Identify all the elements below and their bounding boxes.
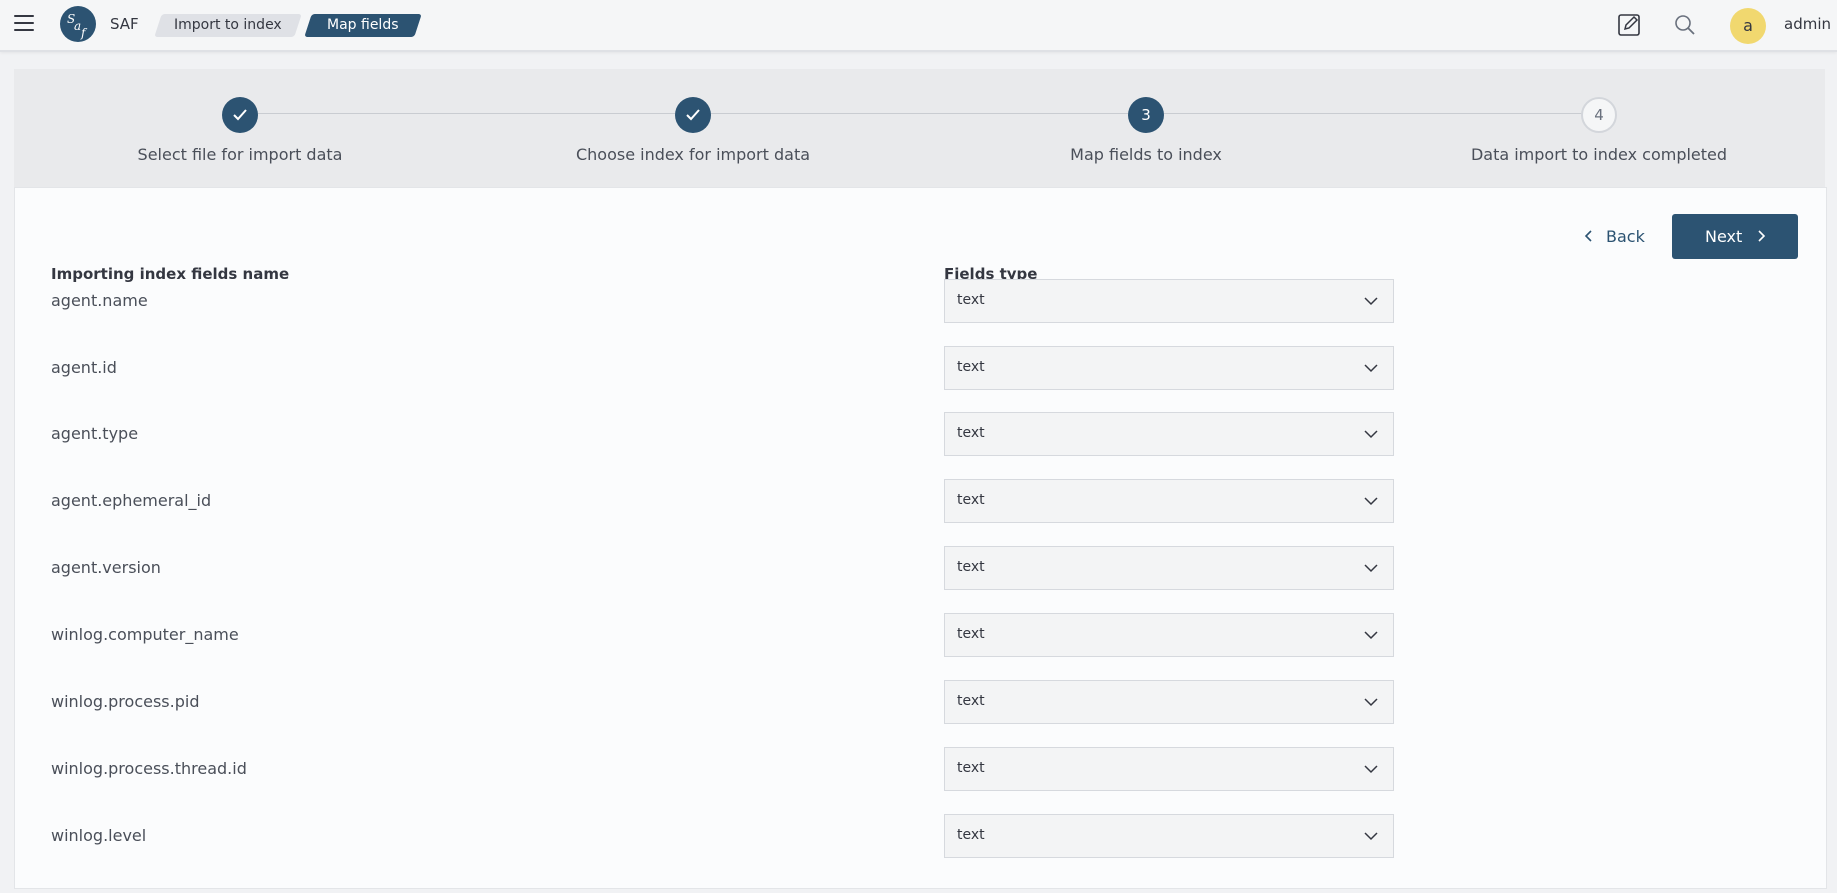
search-icon[interactable] xyxy=(1672,12,1698,38)
chevron-down-icon xyxy=(1364,698,1378,707)
field-type-select[interactable]: text xyxy=(944,346,1394,390)
field-type-value: text xyxy=(957,359,985,375)
top-header: S a f SAF Import to index Map fields a a… xyxy=(0,0,1837,52)
field-name: winlog.process.pid xyxy=(51,692,200,711)
field-type-value: text xyxy=(957,492,985,508)
field-type-select[interactable]: text xyxy=(944,412,1394,456)
chevron-down-icon xyxy=(1364,297,1378,306)
field-name: agent.version xyxy=(51,558,161,577)
field-name: winlog.computer_name xyxy=(51,625,239,644)
field-type-select[interactable]: text xyxy=(944,680,1394,724)
chevron-left-icon xyxy=(1584,230,1592,242)
chevron-down-icon xyxy=(1364,631,1378,640)
menu-icon[interactable] xyxy=(14,15,34,33)
field-type-value: text xyxy=(957,760,985,776)
saf-logo[interactable]: S a f xyxy=(60,6,96,42)
chevron-down-icon xyxy=(1364,364,1378,373)
field-type-value: text xyxy=(957,425,985,441)
field-type-value: text xyxy=(957,292,985,308)
step-3-label: Map fields to index xyxy=(1070,145,1222,164)
next-label: Next xyxy=(1705,227,1743,246)
field-row: winlog.process.thread.id text xyxy=(15,747,1826,826)
chevron-down-icon xyxy=(1364,564,1378,573)
breadcrumb-import-to-index[interactable]: Import to index xyxy=(154,14,302,37)
field-row: agent.name text xyxy=(15,279,1826,358)
app-name: SAF xyxy=(110,15,139,33)
field-row: agent.ephemeral_id text xyxy=(15,479,1826,558)
breadcrumb-label: Map fields xyxy=(327,17,399,33)
svg-text:f: f xyxy=(80,26,88,40)
step-4-number: 4 xyxy=(1581,97,1617,133)
step-4-label: Data import to index completed xyxy=(1470,145,1728,164)
field-name: winlog.level xyxy=(51,826,147,845)
field-type-select[interactable]: text xyxy=(944,814,1394,858)
back-label: Back xyxy=(1606,227,1645,246)
stepper-line xyxy=(242,113,1612,114)
field-row: agent.version text xyxy=(15,546,1826,625)
field-type-value: text xyxy=(957,626,985,642)
fields-name-header: Importing index fields name xyxy=(51,265,290,283)
field-type-value: text xyxy=(957,693,985,709)
chevron-down-icon xyxy=(1364,430,1378,439)
field-name: agent.ephemeral_id xyxy=(51,491,212,510)
edit-icon[interactable] xyxy=(1617,12,1643,38)
step-2-check-icon xyxy=(675,97,711,133)
field-type-select[interactable]: text xyxy=(944,479,1394,523)
field-name: agent.type xyxy=(51,424,139,443)
field-type-select[interactable]: text xyxy=(944,279,1394,323)
field-type-value: text xyxy=(957,559,985,575)
back-button[interactable]: Back xyxy=(1572,215,1655,259)
import-stepper: Select file for import data Choose index… xyxy=(14,69,1825,187)
breadcrumb-map-fields[interactable]: Map fields xyxy=(304,14,422,37)
field-row: winlog.process.pid text xyxy=(15,680,1826,759)
field-type-select[interactable]: text xyxy=(944,546,1394,590)
chevron-down-icon xyxy=(1364,765,1378,774)
chevron-down-icon xyxy=(1364,832,1378,841)
avatar[interactable]: a xyxy=(1730,8,1766,44)
field-name: agent.name xyxy=(51,291,148,310)
field-row: agent.id text xyxy=(15,346,1826,425)
field-row: agent.type text xyxy=(15,412,1826,491)
field-type-select[interactable]: text xyxy=(944,747,1394,791)
field-name: winlog.process.thread.id xyxy=(51,759,247,778)
chevron-right-icon xyxy=(1758,230,1766,242)
user-name[interactable]: admin xyxy=(1784,15,1831,33)
step-2-label: Choose index for import data xyxy=(575,145,811,164)
field-type-select[interactable]: text xyxy=(944,613,1394,657)
step-1-label: Select file for import data xyxy=(137,145,343,164)
chevron-down-icon xyxy=(1364,497,1378,506)
breadcrumb-label: Import to index xyxy=(174,17,282,33)
field-type-value: text xyxy=(957,827,985,843)
map-fields-panel: Back Next Importing index fields name Fi… xyxy=(14,187,1827,889)
next-button[interactable]: Next xyxy=(1672,214,1798,259)
field-name: agent.id xyxy=(51,358,117,377)
step-3-number: 3 xyxy=(1128,97,1164,133)
step-1-check-icon xyxy=(222,97,258,133)
field-row: winlog.computer_name text xyxy=(15,613,1826,692)
